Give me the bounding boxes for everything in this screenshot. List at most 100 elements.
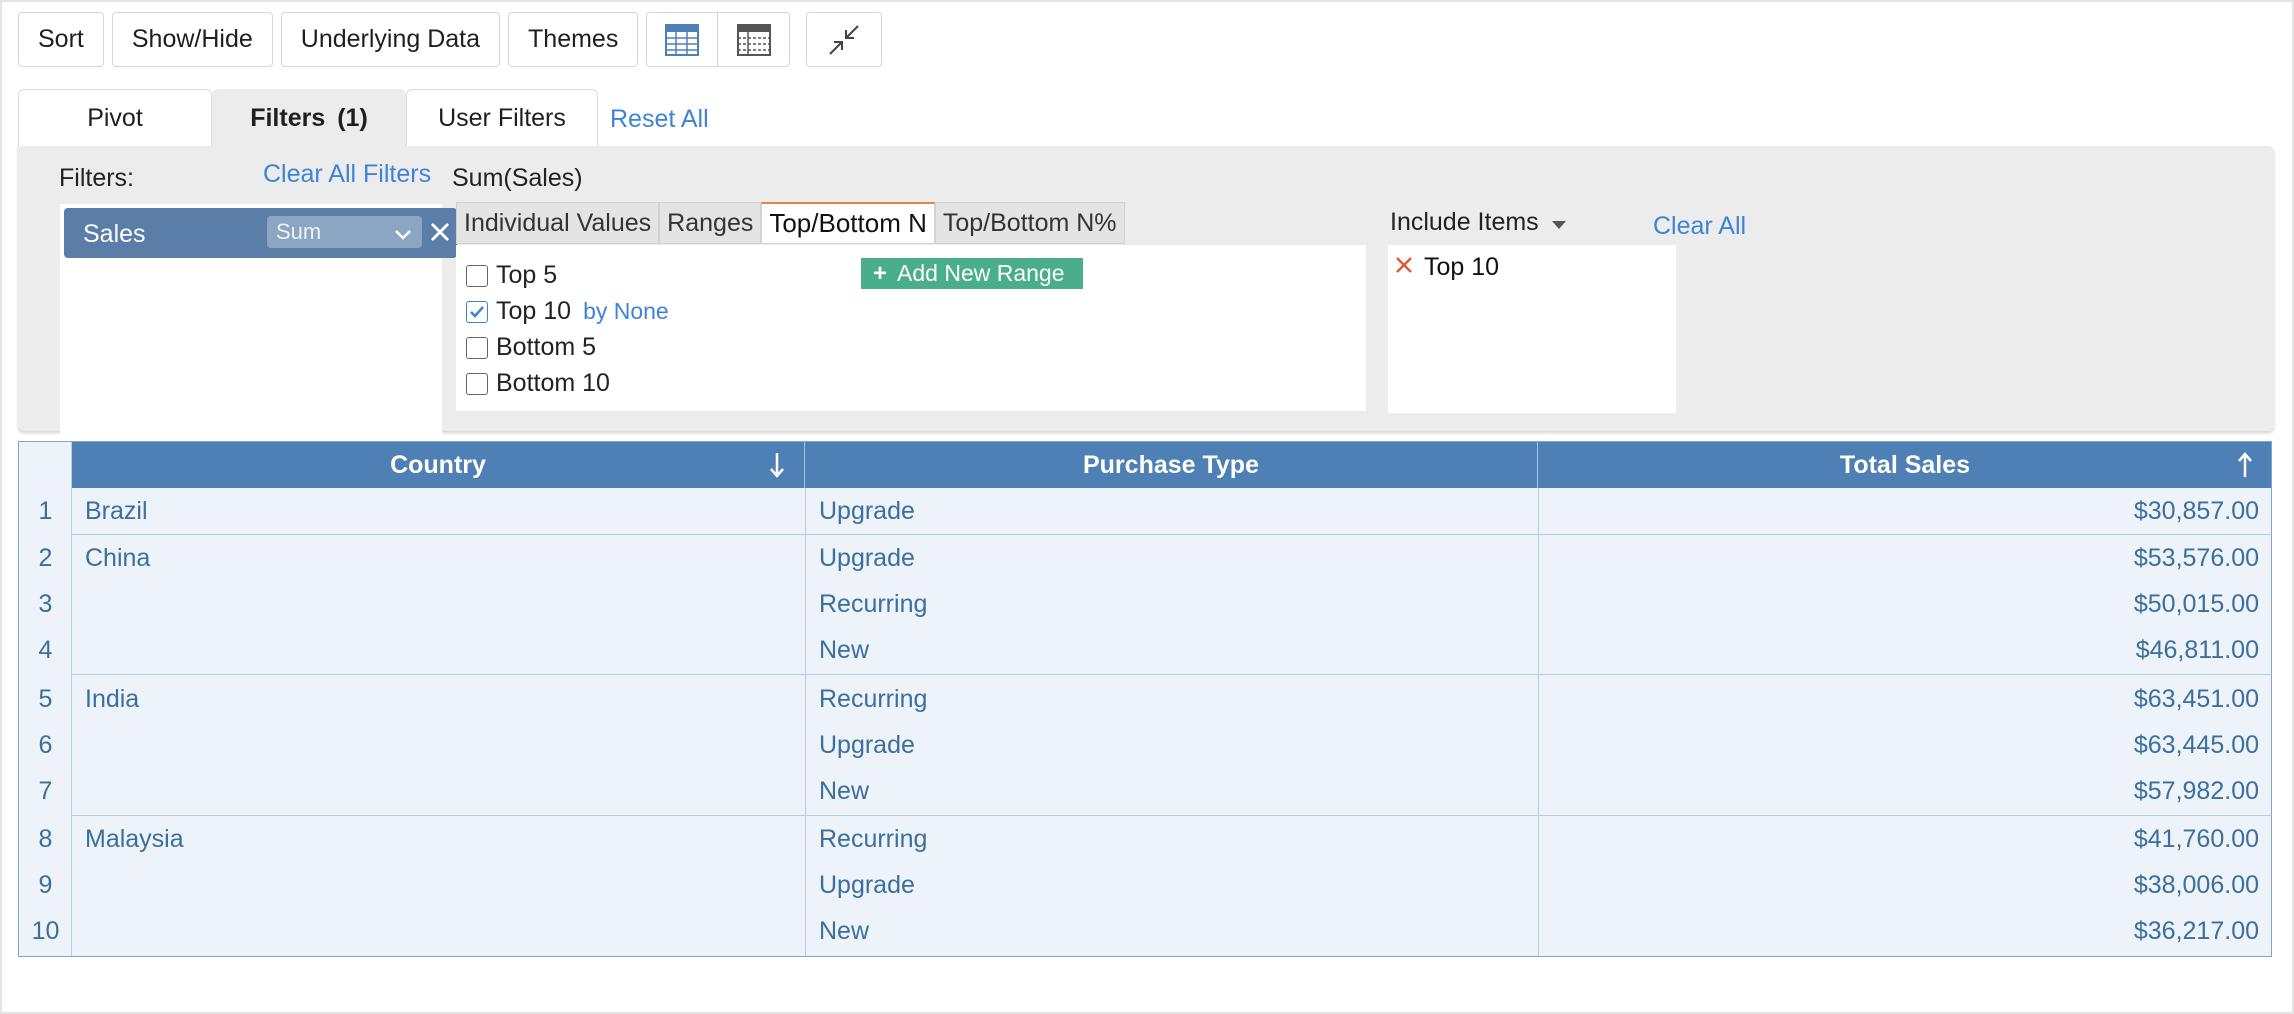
cell-total-sales[interactable]: $50,015.00 — [2134, 590, 2259, 619]
option-label: Top 5 — [496, 261, 558, 289]
cell-country[interactable]: Malaysia — [85, 825, 184, 854]
cell-purchase-type[interactable]: Upgrade — [819, 497, 915, 526]
sort-descending-arrow-icon[interactable] — [768, 451, 786, 486]
checkbox[interactable] — [466, 336, 488, 359]
chevron-down-icon — [393, 222, 413, 254]
field-name: Sales — [83, 220, 146, 248]
cell-total-sales[interactable]: $63,445.00 — [2134, 731, 2259, 760]
column-divider — [805, 488, 806, 956]
filter-field-pill[interactable]: Sales Sum — [64, 208, 457, 258]
pivot-table: Country Purchase Type Total Sales 1 2 3 … — [18, 441, 2272, 957]
included-items-list: Top 10 — [1388, 245, 1676, 413]
view-toggle-group — [646, 12, 791, 67]
include-items-dropdown[interactable]: Include Items — [1390, 208, 1567, 237]
add-new-range-label: Add New Range — [897, 260, 1065, 286]
cell-country[interactable]: India — [85, 685, 139, 714]
subtab-ranges[interactable]: Ranges — [659, 202, 762, 244]
group-divider — [72, 674, 2271, 675]
cell-total-sales[interactable]: $63,451.00 — [2134, 685, 2259, 714]
row-number: 10 — [31, 917, 60, 945]
checkbox[interactable] — [466, 264, 488, 287]
included-item: Top 10 — [1394, 253, 1499, 282]
reset-all-link[interactable]: Reset All — [610, 105, 709, 146]
underlying-data-button[interactable]: Underlying Data — [280, 12, 501, 67]
cell-purchase-type[interactable]: Recurring — [819, 825, 927, 854]
column-header-country[interactable]: Country — [72, 442, 805, 488]
filters-label: Filters: — [59, 164, 134, 192]
measure-title: Sum(Sales) — [452, 164, 583, 192]
option-bottom-10[interactable]: Bottom 10 — [466, 369, 610, 398]
option-top-5[interactable]: Top 5 — [466, 261, 557, 290]
layout-view-icon[interactable] — [718, 12, 791, 67]
column-header-purchase-type[interactable]: Purchase Type — [805, 442, 1538, 488]
cell-total-sales[interactable]: $36,217.00 — [2134, 917, 2259, 946]
row-number: 9 — [38, 871, 53, 899]
cell-total-sales[interactable]: $57,982.00 — [2134, 777, 2259, 806]
cell-purchase-type[interactable]: Recurring — [819, 685, 927, 714]
group-divider — [72, 534, 2271, 535]
checkbox-checked[interactable] — [466, 300, 488, 323]
cell-purchase-type[interactable]: New — [819, 636, 869, 665]
row-number: 5 — [38, 685, 53, 713]
by-none-link[interactable]: by None — [583, 298, 669, 325]
checkbox[interactable] — [466, 372, 488, 395]
toolbar: Sort Show/Hide Underlying Data Themes — [18, 12, 883, 67]
tab-bar: Pivot Filters (1) User Filters Reset All — [18, 89, 709, 146]
option-label: Bottom 5 — [496, 333, 597, 361]
top-bottom-options: Top 5 Top 10 by None Bottom 5 Bottom 10 … — [456, 245, 1366, 411]
cell-purchase-type[interactable]: Upgrade — [819, 871, 915, 900]
tab-user-filters[interactable]: User Filters — [406, 89, 598, 146]
column-header-label: Purchase Type — [1082, 450, 1259, 479]
subtab-top-bottom-n-percent[interactable]: Top/Bottom N% — [934, 202, 1125, 244]
option-bottom-5[interactable]: Bottom 5 — [466, 333, 596, 362]
row-number: 3 — [38, 590, 53, 618]
cell-total-sales[interactable]: $41,760.00 — [2134, 825, 2259, 854]
cell-purchase-type[interactable]: Upgrade — [819, 731, 915, 760]
tab-filters-count: (1) — [337, 103, 368, 132]
tab-filters-label: Filters — [250, 103, 326, 132]
remove-item-close-icon[interactable] — [1394, 253, 1414, 282]
filter-panel: Filters: Clear All Filters Sales Sum Sum… — [18, 146, 2274, 458]
tab-filters[interactable]: Filters (1) — [212, 89, 406, 146]
column-header-label: Total Sales — [1839, 450, 1971, 479]
option-top-10[interactable]: Top 10 by None — [466, 297, 669, 326]
subtab-individual-values[interactable]: Individual Values — [456, 202, 660, 244]
row-number: 6 — [38, 731, 53, 759]
remove-field-close-icon[interactable] — [429, 221, 451, 248]
themes-button[interactable]: Themes — [508, 12, 639, 67]
cell-country[interactable]: China — [85, 544, 150, 573]
include-items-label: Include Items — [1390, 208, 1539, 236]
cell-purchase-type[interactable]: New — [819, 777, 869, 806]
sort-button[interactable]: Sort — [18, 12, 104, 67]
cell-total-sales[interactable]: $30,857.00 — [2134, 497, 2259, 526]
tab-pivot[interactable]: Pivot — [18, 89, 212, 146]
plus-icon: + — [873, 259, 888, 287]
table-view-icon[interactable] — [646, 12, 719, 67]
add-new-range-button[interactable]: + Add New Range — [861, 258, 1083, 289]
filter-type-tabs: Individual Values Ranges Top/Bottom N To… — [456, 202, 1125, 244]
show-hide-button[interactable]: Show/Hide — [111, 12, 273, 67]
option-label: Bottom 10 — [496, 369, 610, 397]
cell-country[interactable]: Brazil — [85, 497, 148, 526]
clear-all-link[interactable]: Clear All — [1653, 212, 1746, 241]
cell-purchase-type[interactable]: Recurring — [819, 590, 927, 619]
group-divider — [72, 815, 2271, 816]
row-number: 1 — [38, 497, 53, 525]
collapse-icon[interactable] — [806, 12, 883, 67]
cell-total-sales[interactable]: $46,811.00 — [2136, 636, 2259, 665]
aggregation-select[interactable]: Sum — [267, 216, 422, 248]
subtab-top-bottom-n[interactable]: Top/Bottom N — [761, 202, 935, 244]
caret-down-icon — [1551, 208, 1567, 237]
column-header-total-sales[interactable]: Total Sales — [1538, 442, 2272, 488]
column-divider — [1538, 488, 1539, 956]
cell-total-sales[interactable]: $53,576.00 — [2134, 544, 2259, 573]
clear-all-filters-link[interactable]: Clear All Filters — [263, 160, 431, 189]
included-item-label: Top 10 — [1424, 253, 1500, 281]
column-header-label: Country — [390, 450, 486, 479]
cell-total-sales[interactable]: $38,006.00 — [2134, 871, 2259, 900]
sort-ascending-arrow-icon[interactable] — [2236, 451, 2254, 486]
cell-purchase-type[interactable]: New — [819, 917, 869, 946]
aggregation-value: Sum — [276, 219, 322, 244]
row-number: 7 — [38, 777, 53, 805]
cell-purchase-type[interactable]: Upgrade — [819, 544, 915, 573]
